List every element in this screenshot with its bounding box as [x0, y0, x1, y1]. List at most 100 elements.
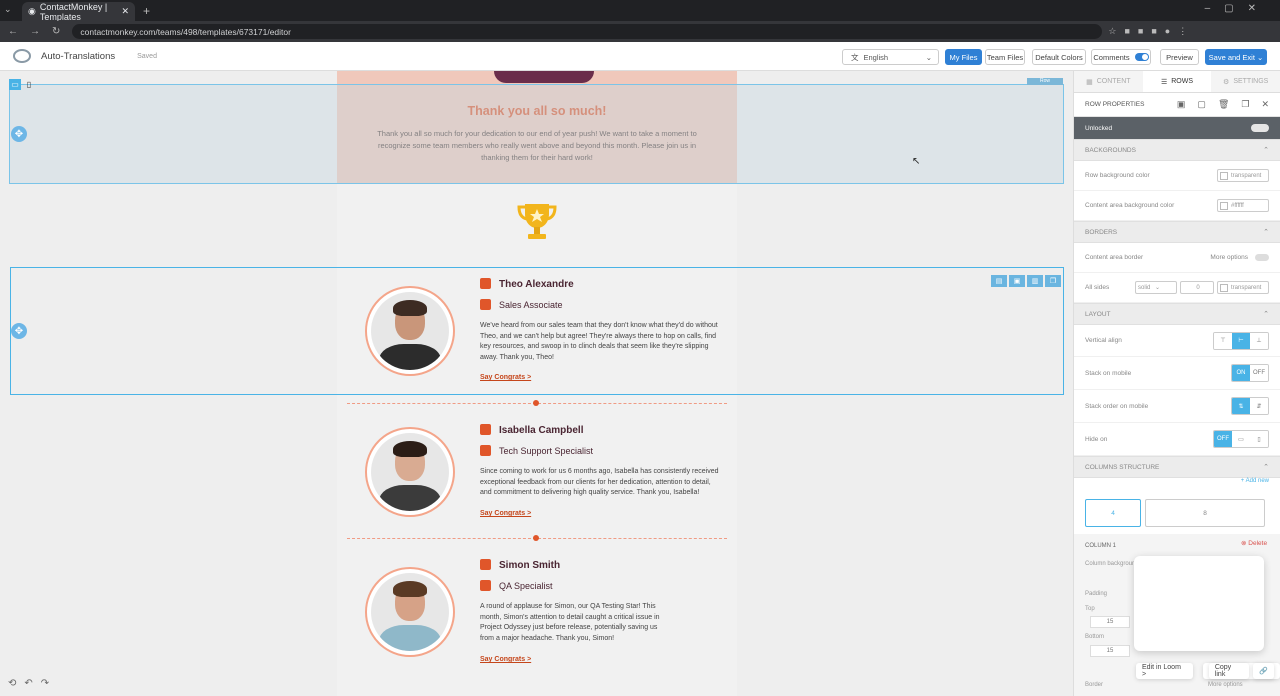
lock-status: Unlocked: [1085, 124, 1113, 132]
stack-off-button[interactable]: OFF: [1250, 365, 1268, 381]
stack-order-default-icon[interactable]: ⇅: [1232, 398, 1250, 414]
delete-icon[interactable]: ▥: [1027, 275, 1043, 287]
row-toolbar: ▤ ▣ ▥ ❐: [991, 275, 1061, 287]
row-properties-title: ROW PROPERTIES: [1085, 101, 1145, 108]
border-color-picker[interactable]: transparent: [1217, 281, 1269, 294]
setting-label: All sides: [1085, 284, 1110, 291]
member-description: Since coming to work for us 6 months ago…: [480, 468, 719, 496]
menu-icon[interactable]: ⋮: [1178, 26, 1187, 37]
preview-label: Preview: [1166, 52, 1193, 62]
extension-icon[interactable]: ■: [1124, 26, 1129, 37]
profile-avatar[interactable]: ●: [1165, 26, 1170, 37]
close-tab-icon[interactable]: ✕: [121, 6, 129, 17]
content-bg-color-picker[interactable]: #ffffff: [1217, 199, 1269, 212]
hide-off-button[interactable]: OFF: [1214, 431, 1232, 447]
default-colors-button[interactable]: Default Colors: [1032, 49, 1086, 65]
chevron-down-icon[interactable]: ⌄: [1257, 53, 1263, 62]
align-bottom-icon[interactable]: ⊥: [1250, 332, 1268, 349]
delete-column-link[interactable]: ⊗ Delete: [1241, 539, 1267, 547]
lock-toggle[interactable]: [1251, 124, 1269, 132]
desktop-icon[interactable]: ▭: [1232, 431, 1250, 447]
undo-icon[interactable]: ↶: [24, 678, 32, 689]
column-bg-label: Column background: [1085, 561, 1139, 567]
setting-label: Stack order on mobile: [1085, 402, 1149, 410]
move-handle-icon[interactable]: ✥: [11, 323, 27, 339]
add-new-column-link[interactable]: + Add new: [1074, 478, 1280, 492]
say-congrats-link[interactable]: Say Congrats >: [480, 510, 531, 517]
new-tab-icon[interactable]: +: [143, 4, 150, 18]
color-swatch: [1220, 283, 1228, 292]
padding-bottom-input[interactable]: 15: [1090, 645, 1130, 657]
duplicate-icon[interactable]: ❐: [1045, 275, 1061, 287]
say-congrats-link[interactable]: Say Congrats >: [480, 374, 531, 381]
browser-tab[interactable]: ◉ ContactMonkey | Templates ✕: [22, 2, 135, 22]
editor-canvas[interactable]: Thank you all so much! Thank you all so …: [0, 71, 1073, 696]
more-options-toggle[interactable]: [1255, 254, 1269, 261]
comments-switch[interactable]: [1134, 53, 1149, 61]
tab-rows[interactable]: ☰ ROWS: [1142, 71, 1212, 92]
window-controls[interactable]: –▢✕: [1205, 3, 1270, 14]
backgrounds-section-header[interactable]: BACKGROUNDS ⌃: [1074, 139, 1280, 161]
desktop-view-icon[interactable]: ▭: [9, 79, 21, 90]
person-icon: [480, 559, 491, 570]
say-congrats-link[interactable]: Say Congrats >: [480, 656, 531, 663]
padding-top-input[interactable]: 15: [1090, 616, 1130, 628]
url-text: contactmonkey.com/teams/498/templates/67…: [80, 26, 291, 37]
back-icon[interactable]: ←: [8, 26, 18, 37]
duplicate-icon[interactable]: ❐: [1241, 99, 1249, 110]
team-files-button[interactable]: Team Files: [985, 49, 1025, 65]
content-bg-setting: Content area background color #ffffff: [1074, 191, 1280, 221]
move-handle-icon[interactable]: ✥: [11, 126, 27, 142]
edit-in-loom-button[interactable]: Edit in Loom >: [1136, 663, 1193, 679]
language-select[interactable]: 文 English ⌄: [842, 49, 939, 65]
divider-dot: [533, 535, 539, 541]
comment-icon[interactable]: ▤: [991, 275, 1007, 287]
section-title: COLUMNS STRUCTURE: [1085, 463, 1160, 471]
mobile-icon[interactable]: ▯: [1250, 431, 1268, 447]
more-options-label: More options: [1210, 254, 1248, 261]
tab-content[interactable]: ▦ CONTENT: [1074, 71, 1143, 92]
url-field[interactable]: contactmonkey.com/teams/498/templates/67…: [72, 24, 1103, 39]
copy-link-button[interactable]: Copy link 🔗: [1202, 663, 1280, 679]
save-and-exit-button[interactable]: Save and Exit ⌄: [1205, 49, 1267, 65]
forward-icon[interactable]: →: [30, 26, 40, 37]
save-icon[interactable]: ▣: [1177, 99, 1186, 110]
comment-icon[interactable]: ▢: [1197, 99, 1206, 110]
stack-order-reverse-icon[interactable]: ⇵: [1250, 398, 1268, 414]
column-2-box[interactable]: 8: [1145, 499, 1265, 527]
member-name-text: Theo Alexandre: [499, 279, 574, 290]
layout-section-header[interactable]: LAYOUT ⌃: [1074, 303, 1280, 325]
save-row-icon[interactable]: ▣: [1009, 275, 1025, 287]
delete-icon[interactable]: 🗑: [1218, 99, 1229, 110]
mobile-view-icon[interactable]: ▯: [23, 79, 35, 90]
row-bg-color-picker[interactable]: transparent: [1217, 169, 1269, 182]
column-1-box[interactable]: 4: [1085, 499, 1141, 527]
tab-settings[interactable]: ⚙ SETTINGS: [1211, 71, 1280, 92]
avatar: [365, 286, 455, 376]
chevron-up-icon: ⌃: [1263, 464, 1269, 471]
align-middle-icon[interactable]: ⊢: [1232, 332, 1250, 349]
stack-on-button[interactable]: ON: [1232, 365, 1250, 381]
template-title[interactable]: Auto-Translations: [41, 51, 115, 62]
border-style-select[interactable]: solid ⌄: [1135, 281, 1177, 294]
extension-icon[interactable]: ■: [1138, 26, 1143, 37]
comments-toggle[interactable]: Comments: [1091, 49, 1151, 65]
loom-popup[interactable]: [1134, 556, 1264, 651]
bookmark-star-icon[interactable]: ☆: [1108, 26, 1116, 37]
reload-icon[interactable]: ↻: [52, 26, 60, 37]
redo-icon[interactable]: ↷: [41, 678, 49, 689]
tab-list-icon[interactable]: ⌄: [4, 4, 12, 15]
border-width-stepper[interactable]: 0: [1180, 281, 1214, 294]
align-top-icon[interactable]: ⊤: [1214, 332, 1232, 349]
history-icon[interactable]: ⟲: [8, 678, 16, 689]
columns-section-header[interactable]: COLUMNS STRUCTURE ⌃: [1074, 456, 1280, 478]
borders-section-header[interactable]: BORDERS ⌃: [1074, 221, 1280, 243]
my-files-button[interactable]: My Files: [945, 49, 982, 65]
preview-button[interactable]: Preview: [1160, 49, 1199, 65]
member-name: Isabella Campbell: [480, 424, 583, 436]
extension-icon[interactable]: ■: [1151, 26, 1156, 37]
app-logo[interactable]: [13, 49, 31, 63]
close-icon[interactable]: ✕: [1261, 99, 1269, 110]
language-value: English: [863, 52, 889, 62]
selected-row-highlight[interactable]: Row: [9, 78, 1064, 184]
